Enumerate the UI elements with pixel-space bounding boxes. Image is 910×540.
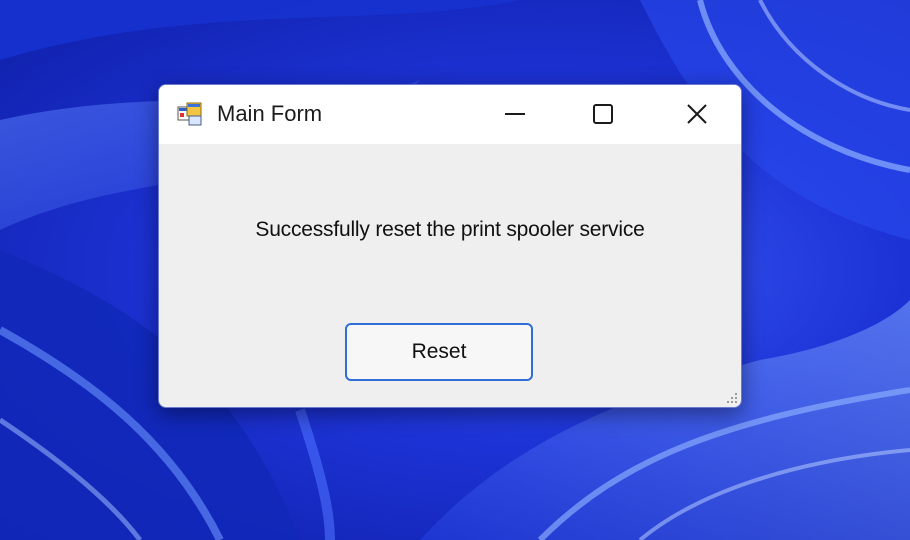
- close-icon: [687, 104, 707, 124]
- resize-grip-icon[interactable]: [724, 390, 738, 404]
- maximize-button[interactable]: [559, 85, 647, 143]
- title-bar[interactable]: Main Form: [159, 85, 741, 144]
- status-message: Successfully reset the print spooler ser…: [255, 218, 645, 241]
- maximize-icon: [593, 104, 613, 124]
- app-form-icon: [177, 102, 202, 126]
- window-title: Main Form: [217, 101, 323, 126]
- close-button[interactable]: [653, 85, 741, 143]
- minimize-button[interactable]: [471, 85, 559, 143]
- minimize-icon: [505, 113, 525, 115]
- main-form-window[interactable]: Main Form Successfully reset the print s…: [158, 84, 742, 408]
- reset-button[interactable]: Reset: [345, 323, 533, 381]
